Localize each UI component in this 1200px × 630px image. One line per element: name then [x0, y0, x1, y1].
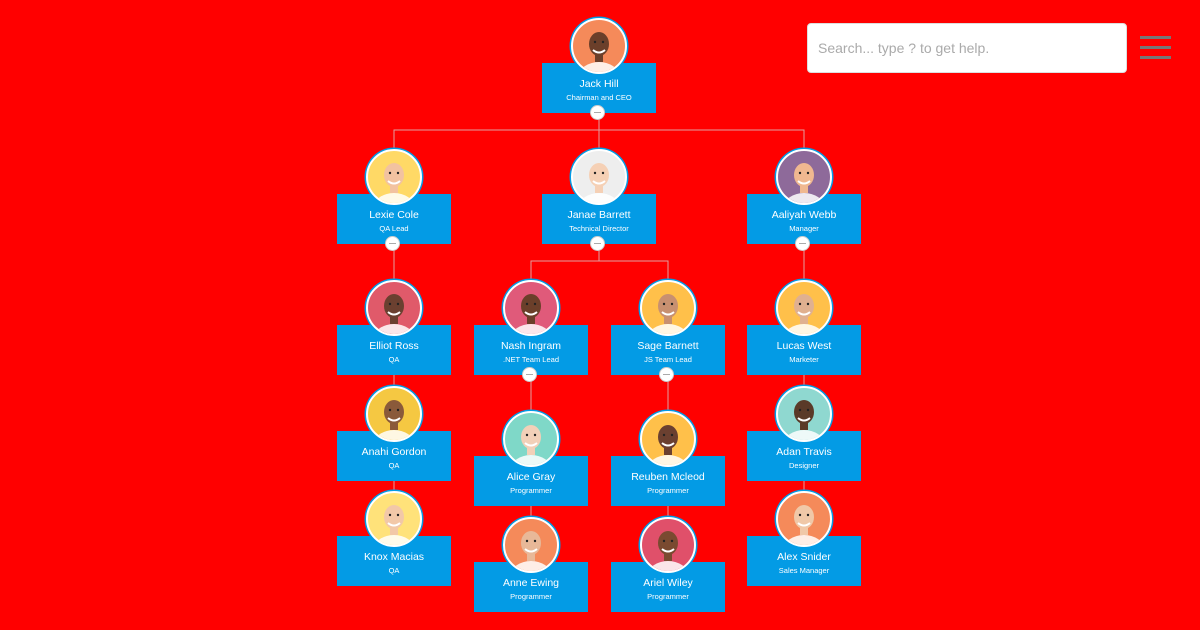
node-title: Chairman and CEO — [566, 93, 632, 102]
person-photo-icon — [579, 32, 619, 72]
org-node-nash[interactable]: Nash Ingram .NET Team Lead — [474, 280, 588, 382]
avatar — [366, 280, 422, 336]
org-node-lucas[interactable]: Lucas West Marketer — [747, 280, 861, 375]
connector-line — [598, 113, 805, 149]
person-photo-icon — [648, 425, 688, 465]
collapse-toggle-button[interactable] — [590, 236, 605, 251]
node-name: Lucas West — [776, 340, 832, 352]
node-name: Jack Hill — [579, 78, 619, 90]
person-photo-icon — [511, 531, 551, 571]
search-input[interactable] — [807, 23, 1127, 73]
node-title: .NET Team Lead — [502, 355, 559, 364]
node-name: Reuben Mcleod — [631, 471, 705, 483]
avatar — [571, 149, 627, 205]
node-title: QA Lead — [379, 224, 409, 233]
hamburger-menu-icon[interactable] — [1140, 36, 1171, 60]
person-photo-icon — [579, 163, 619, 203]
collapse-toggle-button[interactable] — [385, 236, 400, 251]
avatar — [571, 18, 627, 74]
node-title: Programmer — [647, 592, 689, 601]
avatar — [366, 491, 422, 547]
avatar — [776, 149, 832, 205]
person-photo-icon — [784, 505, 824, 545]
avatar — [640, 411, 696, 467]
node-name: Ariel Wiley — [643, 577, 693, 589]
person-photo-icon — [648, 294, 688, 334]
org-node-aaliyah[interactable]: Aaliyah Webb Manager — [747, 149, 861, 251]
node-name: Lexie Cole — [369, 209, 419, 221]
avatar — [366, 149, 422, 205]
node-name: Nash Ingram — [500, 340, 562, 352]
node-title: Marketer — [789, 355, 819, 364]
person-photo-icon — [784, 163, 824, 203]
node-name: Anahi Gordon — [361, 446, 427, 458]
avatar — [366, 386, 422, 442]
node-title: Technical Director — [569, 224, 629, 233]
connector-line — [530, 244, 600, 280]
connector-line — [393, 113, 600, 149]
node-title: JS Team Lead — [644, 355, 692, 364]
org-node-jack[interactable]: Jack Hill Chairman and CEO — [542, 18, 656, 120]
person-photo-icon — [511, 294, 551, 334]
org-node-sage[interactable]: Sage Barnett JS Team Lead — [611, 280, 725, 382]
person-photo-icon — [784, 294, 824, 334]
person-photo-icon — [374, 400, 414, 440]
avatar — [776, 280, 832, 336]
org-node-knox[interactable]: Knox Macias QA — [337, 491, 451, 586]
node-title: Programmer — [510, 486, 552, 495]
node-title: Designer — [788, 461, 819, 470]
node-name: Anne Ewing — [502, 577, 560, 589]
org-node-alex[interactable]: Alex Snider Sales Manager — [747, 491, 861, 586]
node-title: Programmer — [647, 486, 689, 495]
org-node-anne[interactable]: Anne Ewing Programmer — [474, 517, 588, 612]
node-name: Alex Snider — [777, 551, 831, 563]
person-photo-icon — [374, 294, 414, 334]
node-title: Manager — [789, 224, 819, 233]
person-photo-icon — [374, 163, 414, 203]
avatar — [776, 491, 832, 547]
org-node-janae[interactable]: Janae Barrett Technical Director — [542, 149, 656, 251]
collapse-toggle-button[interactable] — [590, 105, 605, 120]
node-name: Knox Macias — [363, 551, 425, 563]
person-photo-icon — [784, 400, 824, 440]
collapse-toggle-button[interactable] — [795, 236, 810, 251]
avatar — [503, 411, 559, 467]
org-node-adan[interactable]: Adan Travis Designer — [747, 386, 861, 481]
org-node-reuben[interactable]: Reuben Mcleod Programmer — [611, 411, 725, 506]
person-photo-icon — [374, 505, 414, 545]
person-photo-icon — [511, 425, 551, 465]
collapse-toggle-button[interactable] — [659, 367, 674, 382]
org-node-alice[interactable]: Alice Gray Programmer — [474, 411, 588, 506]
org-node-elliot[interactable]: Elliot Ross QA — [337, 280, 451, 375]
avatar — [640, 280, 696, 336]
person-photo-icon — [648, 531, 688, 571]
node-title: QA — [388, 461, 400, 470]
org-node-anahi[interactable]: Anahi Gordon QA — [337, 386, 451, 481]
connector-line — [598, 244, 669, 280]
avatar — [776, 386, 832, 442]
node-title: QA — [388, 566, 400, 575]
node-title: Sales Manager — [778, 566, 830, 575]
node-name: Janae Barrett — [567, 209, 631, 221]
node-name: Adan Travis — [776, 446, 832, 458]
node-title: Programmer — [510, 592, 552, 601]
collapse-toggle-button[interactable] — [522, 367, 537, 382]
org-node-lexie[interactable]: Lexie Cole QA Lead — [337, 149, 451, 251]
avatar — [503, 517, 559, 573]
avatar — [640, 517, 696, 573]
node-name: Sage Barnett — [637, 340, 699, 352]
org-node-ariel[interactable]: Ariel Wiley Programmer — [611, 517, 725, 612]
node-name: Elliot Ross — [369, 340, 419, 352]
node-name: Aaliyah Webb — [771, 209, 837, 221]
avatar — [503, 280, 559, 336]
node-title: QA — [388, 355, 400, 364]
node-name: Alice Gray — [506, 471, 556, 483]
